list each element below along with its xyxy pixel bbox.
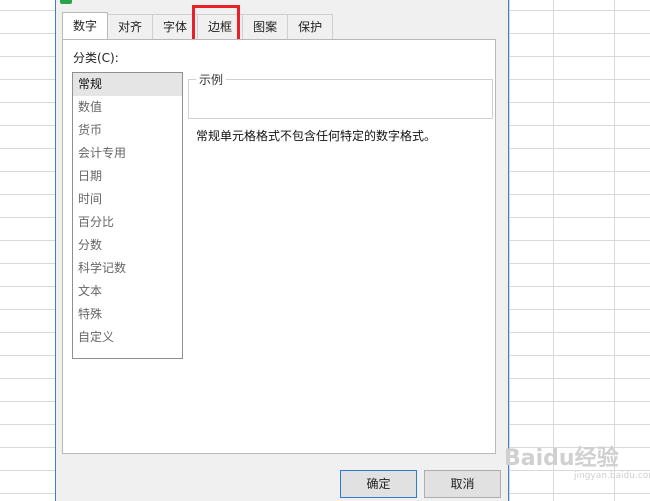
category-item-custom[interactable]: 自定义 — [73, 326, 182, 349]
category-item-currency[interactable]: 货币 — [73, 119, 182, 142]
category-item-special[interactable]: 特殊 — [73, 303, 182, 326]
format-cells-dialog: 数字 对齐 字体 边框 图案 保护 分类(C): 常规 数值 货币 会计专用 日… — [55, 0, 509, 501]
app-icon — [60, 0, 72, 4]
category-listbox[interactable]: 常规 数值 货币 会计专用 日期 时间 百分比 分数 科学记数 文本 特殊 自定… — [72, 72, 183, 359]
tab-pattern[interactable]: 图案 — [242, 14, 289, 39]
tab-number[interactable]: 数字 — [62, 12, 109, 39]
baidu-watermark-url: jingyan.baidu.com — [574, 471, 650, 481]
category-item-general[interactable]: 常规 — [73, 73, 182, 96]
number-tab-panel: 分类(C): 常规 数值 货币 会计专用 日期 时间 百分比 分数 科学记数 文… — [62, 39, 496, 454]
format-description: 常规单元格格式不包含任何特定的数字格式。 — [196, 129, 437, 143]
baidu-watermark: Baidu经验 — [504, 446, 619, 471]
grid-column-line — [553, 0, 554, 501]
tab-border[interactable]: 边框 — [192, 5, 244, 49]
category-item-number[interactable]: 数值 — [73, 96, 182, 119]
category-item-percentage[interactable]: 百分比 — [73, 211, 182, 234]
category-item-accounting[interactable]: 会计专用 — [73, 142, 182, 165]
category-item-fraction[interactable]: 分数 — [73, 234, 182, 257]
category-item-date[interactable]: 日期 — [73, 165, 182, 188]
ok-button[interactable]: 确定 — [340, 470, 417, 498]
tab-alignment[interactable]: 对齐 — [107, 14, 154, 39]
category-item-scientific[interactable]: 科学记数 — [73, 257, 182, 280]
grid-column-line — [614, 0, 615, 501]
sample-label: 示例 — [196, 71, 227, 88]
category-label: 分类(C): — [73, 51, 119, 65]
category-item-time[interactable]: 时间 — [73, 188, 182, 211]
cancel-button[interactable]: 取消 — [424, 470, 501, 498]
tab-protection[interactable]: 保护 — [287, 14, 334, 39]
grid-column-line — [509, 0, 510, 501]
category-item-text[interactable]: 文本 — [73, 280, 182, 303]
tab-bar: 数字 对齐 字体 边框 图案 保护 — [62, 5, 334, 49]
sample-preview-box — [188, 79, 493, 119]
